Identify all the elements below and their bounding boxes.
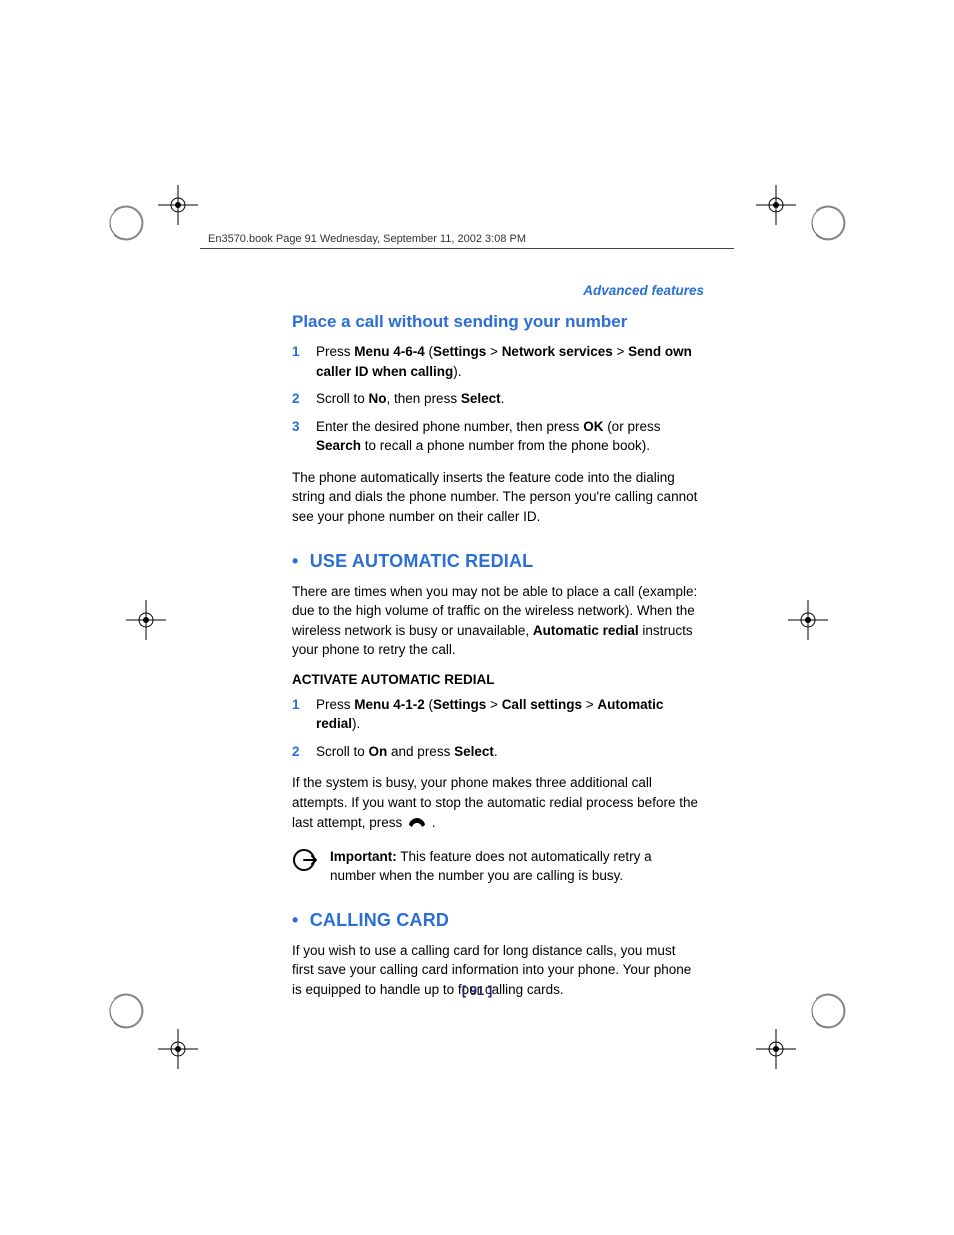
t: If the system is busy, your phone makes … — [292, 775, 698, 829]
heading-text: USE AUTOMATIC REDIAL — [310, 551, 534, 571]
step-1: 1 Press Menu 4-6-4 (Settings > Network s… — [292, 342, 700, 381]
t: Settings — [433, 344, 486, 359]
t: Scroll to — [316, 744, 369, 759]
t: (or press — [603, 419, 660, 434]
t: . — [428, 815, 436, 830]
t: . — [494, 744, 498, 759]
t: ). — [352, 716, 360, 731]
t: , then press — [387, 391, 461, 406]
page-content: Place a call without sending your number… — [292, 310, 700, 1012]
paragraph-caller-id: The phone automatically inserts the feat… — [292, 468, 700, 527]
bullet-icon: • — [292, 910, 304, 930]
note-text: Important: This feature does not automat… — [330, 848, 700, 886]
step-number: 3 — [292, 417, 300, 437]
crosshair-icon — [126, 600, 166, 640]
t: Select — [461, 391, 501, 406]
end-call-icon — [406, 815, 428, 837]
t: > — [582, 697, 597, 712]
crosshair-icon — [788, 600, 828, 640]
t: No — [369, 391, 387, 406]
t: Search — [316, 438, 361, 453]
steps-activate-redial: 1 Press Menu 4-1-2 (Settings > Call sett… — [292, 695, 700, 762]
registration-mark-icon — [106, 183, 216, 263]
t: Automatic redial — [533, 623, 639, 638]
step-2: 2 Scroll to On and press Select. — [292, 742, 700, 762]
t: Menu 4-1-2 — [354, 697, 425, 712]
t: OK — [583, 419, 603, 434]
t: > — [613, 344, 628, 359]
heading-calling-card: • CALLING CARD — [292, 910, 700, 931]
t: ). — [453, 364, 461, 379]
step-text: Press — [316, 344, 354, 359]
registration-mark-icon — [738, 183, 848, 263]
t: > — [486, 344, 501, 359]
paragraph-redial-intro: There are times when you may not be able… — [292, 582, 700, 660]
t: Network services — [502, 344, 613, 359]
running-header: En3570.book Page 91 Wednesday, September… — [208, 233, 526, 245]
step-1: 1 Press Menu 4-1-2 (Settings > Call sett… — [292, 695, 700, 734]
bullet-icon: • — [292, 551, 304, 571]
t: ( — [425, 697, 433, 712]
t: On — [369, 744, 388, 759]
sub-heading-activate-redial: ACTIVATE AUTOMATIC REDIAL — [292, 672, 700, 687]
sub-heading-place-call: Place a call without sending your number — [292, 312, 700, 332]
heading-text: CALLING CARD — [310, 910, 449, 930]
t: to recall a phone number from the phone … — [361, 438, 650, 453]
important-note: Important: This feature does not automat… — [292, 848, 700, 886]
t: Enter the desired phone number, then pre… — [316, 419, 583, 434]
steps-place-call: 1 Press Menu 4-6-4 (Settings > Network s… — [292, 342, 700, 456]
step-3: 3 Enter the desired phone number, then p… — [292, 417, 700, 456]
step-number: 2 — [292, 389, 300, 409]
t: ( — [425, 344, 433, 359]
t: Scroll to — [316, 391, 369, 406]
note-label: Important: — [330, 849, 397, 864]
t: Call settings — [502, 697, 582, 712]
t: . — [501, 391, 505, 406]
step-number: 1 — [292, 342, 300, 362]
registration-mark-icon — [738, 991, 848, 1071]
section-label: Advanced features — [583, 283, 704, 298]
registration-mark-icon — [106, 991, 216, 1071]
step-2: 2 Scroll to No, then press Select. — [292, 389, 700, 409]
step-number: 1 — [292, 695, 300, 715]
t: Settings — [433, 697, 486, 712]
paragraph-stop-redial: If the system is busy, your phone makes … — [292, 773, 700, 836]
step-number: 2 — [292, 742, 300, 762]
menu-path: Menu 4-6-4 — [354, 344, 425, 359]
t: and press — [387, 744, 454, 759]
page-number: [ 91 ] — [0, 983, 954, 998]
header-rule — [200, 248, 734, 249]
important-icon — [292, 848, 320, 872]
t: Select — [454, 744, 494, 759]
t: Press — [316, 697, 354, 712]
t: > — [486, 697, 501, 712]
heading-automatic-redial: • USE AUTOMATIC REDIAL — [292, 551, 700, 572]
